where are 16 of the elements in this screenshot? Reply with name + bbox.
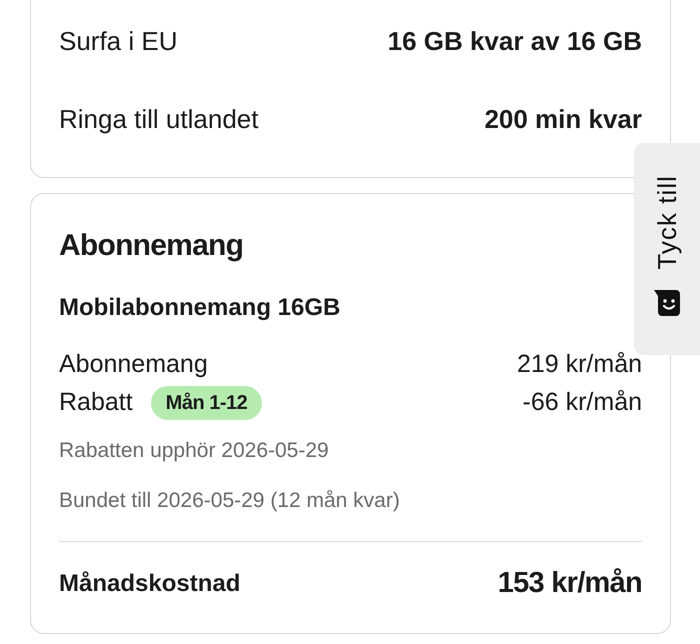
usage-label: Surfa i EU bbox=[59, 24, 178, 58]
discount-badge: Mån 1-12 bbox=[150, 386, 262, 420]
usage-value: 200 min kvar bbox=[484, 102, 642, 136]
price-value: -66 kr/mån bbox=[522, 387, 642, 418]
smiley-bubble-icon bbox=[654, 290, 680, 316]
usage-label: Ringa till utlandet bbox=[59, 102, 258, 136]
plan-name: Mobilabonnemang 16GB bbox=[59, 293, 340, 323]
total-label: Månadskostnad bbox=[59, 569, 240, 599]
total-value: 153 kr/mån bbox=[498, 566, 642, 602]
card-title: Abonnemang bbox=[59, 228, 244, 264]
usage-value: 16 GB kvar av 16 GB bbox=[388, 24, 642, 58]
price-label: Abonnemang bbox=[59, 349, 208, 380]
info-note: Rabatten upphör 2026-05-29 bbox=[59, 438, 329, 464]
price-label: Rabatt bbox=[59, 387, 133, 418]
feedback-tab[interactable]: Tyck till bbox=[634, 143, 700, 355]
info-note: Bundet till 2026-05-29 (12 mån kvar) bbox=[59, 488, 400, 514]
